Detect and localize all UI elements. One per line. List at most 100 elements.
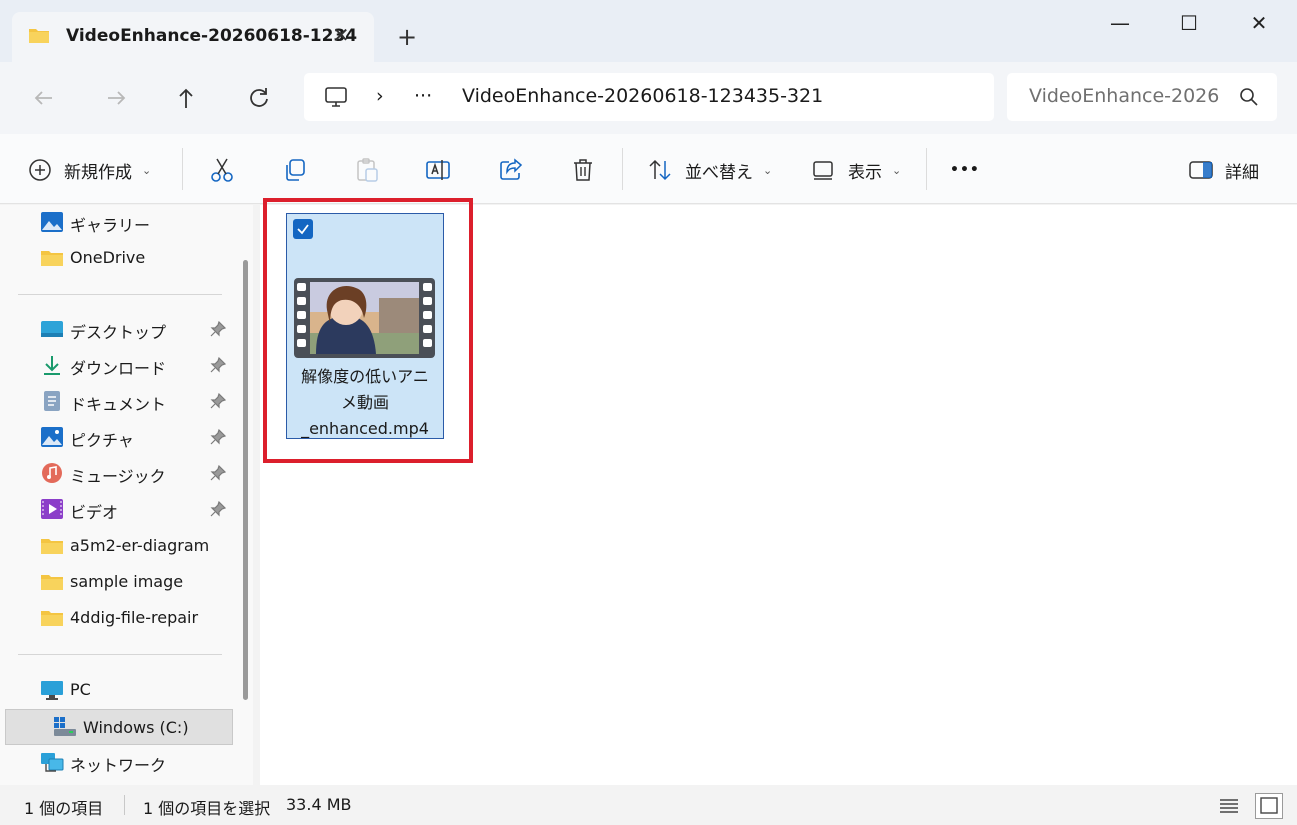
sidebar-item-label: デスクトップ <box>70 323 167 342</box>
large-icons-view-icon[interactable] <box>1255 793 1283 819</box>
sidebar-item-onedrive[interactable]: OneDrive <box>0 241 235 275</box>
more-options-button[interactable]: ••• <box>950 156 980 184</box>
sidebar-item-gallery[interactable]: ギャラリー <box>0 205 235 239</box>
sidebar-item-downloads[interactable]: ダウンロード <box>0 348 235 382</box>
highlight-annotation-box <box>263 198 473 463</box>
close-window-button[interactable]: ✕ <box>1236 8 1282 38</box>
sidebar-scrollbar[interactable] <box>243 260 248 700</box>
sort-button-label: 並べ替え <box>685 162 753 183</box>
share-icon[interactable] <box>497 156 525 184</box>
sidebar-item-music[interactable]: ミュージック <box>0 456 235 490</box>
status-divider <box>124 795 125 815</box>
sidebar-item-label: OneDrive <box>70 248 146 267</box>
chevron-down-icon: ⌄ <box>763 163 773 177</box>
navigation-pane: ギャラリー OneDrive デスクトップ ダウンロード ドキュメント ピクチャ… <box>0 205 253 785</box>
tab-close-icon[interactable]: ✕ <box>330 24 352 46</box>
breadcrumb-chevron-icon[interactable]: › <box>376 85 384 107</box>
breadcrumb-ellipsis[interactable]: ··· <box>414 85 432 107</box>
plus-circle-icon <box>29 159 51 181</box>
toolbar-divider <box>926 148 927 190</box>
status-bar: 1 個の項目 1 個の項目を選択 33.4 MB <box>0 785 1297 825</box>
up-arrow-icon[interactable] <box>170 82 202 114</box>
sort-arrows-icon <box>649 159 671 181</box>
sidebar-item-label: ビデオ <box>70 503 119 522</box>
address-bar[interactable]: › ··· VideoEnhance-20260618-123435-321 <box>304 73 994 121</box>
video-icon <box>41 499 63 519</box>
gallery-icon <box>41 212 63 232</box>
forward-arrow-icon[interactable] <box>100 82 132 114</box>
sidebar-divider <box>18 294 222 295</box>
pin-icon[interactable] <box>210 357 226 373</box>
sidebar-item-pictures[interactable]: ピクチャ <box>0 420 235 454</box>
view-button[interactable]: 表示 ⌄ <box>812 156 901 184</box>
sidebar-item-videos[interactable]: ビデオ <box>0 492 235 526</box>
rename-icon[interactable] <box>424 156 452 184</box>
refresh-icon[interactable] <box>243 82 275 114</box>
details-pane-icon <box>1189 161 1213 179</box>
sidebar-item-label: sample image <box>70 572 184 591</box>
view-button-label: 表示 <box>848 162 882 183</box>
file-list: 解像度の低いアニ メ動画 _enhanced.mp4 <box>260 198 1297 785</box>
sidebar-item-network[interactable]: ネットワーク <box>0 745 235 779</box>
toolbar-divider <box>182 148 183 190</box>
pin-icon[interactable] <box>210 393 226 409</box>
command-bar: 新規作成 ⌄ 並べ替え ⌄ 表示 ⌄ ••• 詳細 <box>0 134 1297 204</box>
selection-size: 33.4 MB <box>286 795 352 814</box>
sidebar-item-label: ミュージック <box>70 467 166 486</box>
pc-icon <box>41 681 63 700</box>
pin-icon[interactable] <box>210 321 226 337</box>
details-pane-label: 詳細 <box>1225 162 1259 183</box>
cut-icon[interactable] <box>208 156 236 184</box>
search-input[interactable]: VideoEnhance-2026 <box>1007 73 1277 121</box>
sidebar-item-folder[interactable]: 4ddig-file-repair <box>0 601 235 635</box>
delete-icon[interactable] <box>569 156 597 184</box>
sidebar-item-label: a5m2-er-diagram <box>70 536 210 555</box>
item-count: 1 個の項目 <box>24 799 104 818</box>
document-icon <box>44 391 60 411</box>
address-row: › ··· VideoEnhance-20260618-123435-321 V… <box>0 62 1297 134</box>
sidebar-item-label: ダウンロード <box>70 359 167 378</box>
chevron-down-icon: ⌄ <box>142 163 152 177</box>
sidebar-item-pc[interactable]: PC <box>0 673 235 707</box>
new-tab-button[interactable]: + <box>393 24 421 52</box>
folder-icon <box>41 251 63 266</box>
folder-icon <box>41 575 63 590</box>
copy-icon[interactable] <box>281 156 309 184</box>
desktop-icon <box>41 321 63 337</box>
sidebar-item-documents[interactable]: ドキュメント <box>0 384 235 418</box>
back-arrow-icon[interactable] <box>28 82 60 114</box>
new-button[interactable]: 新規作成 ⌄ <box>28 156 151 184</box>
sidebar-item-label: Windows (C:) <box>83 718 189 737</box>
sidebar-item-desktop[interactable]: デスクトップ <box>0 312 235 346</box>
folder-icon <box>41 539 63 554</box>
minimize-button[interactable]: — <box>1097 8 1143 38</box>
pin-icon[interactable] <box>210 501 226 517</box>
maximize-button[interactable]: ☐ <box>1166 8 1212 38</box>
details-view-icon[interactable] <box>1215 793 1243 819</box>
new-button-label: 新規作成 <box>64 162 132 183</box>
sort-button[interactable]: 並べ替え ⌄ <box>647 156 772 184</box>
sidebar-item-windows-drive[interactable]: Windows (C:) <box>5 709 233 745</box>
toolbar-divider <box>622 148 623 190</box>
sidebar-item-label: ネットワーク <box>70 756 167 775</box>
pictures-icon <box>41 427 63 447</box>
network-icon <box>41 753 64 772</box>
pin-icon[interactable] <box>210 429 226 445</box>
title-bar: VideoEnhance-20260618-1234 ✕ + — ☐ ✕ <box>0 0 1297 64</box>
download-icon <box>44 356 60 375</box>
sidebar-item-label: ギャラリー <box>70 216 151 235</box>
music-icon <box>42 463 62 483</box>
tab-current[interactable]: VideoEnhance-20260618-1234 ✕ <box>12 12 374 64</box>
sidebar-item-label: ピクチャ <box>70 431 134 450</box>
chevron-down-icon: ⌄ <box>892 163 902 177</box>
details-pane-button[interactable]: 詳細 <box>1189 156 1259 184</box>
pin-icon[interactable] <box>210 465 226 481</box>
paste-icon <box>357 158 378 182</box>
folder-icon <box>41 611 63 626</box>
sidebar-item-folder[interactable]: a5m2-er-diagram <box>0 529 235 563</box>
more-icon: ••• <box>950 162 980 178</box>
view-layout-icon <box>813 161 833 180</box>
breadcrumb-current-folder[interactable]: VideoEnhance-20260618-123435-321 <box>462 85 823 107</box>
sidebar-item-folder[interactable]: sample image <box>0 565 235 599</box>
search-icon[interactable] <box>1239 87 1259 107</box>
